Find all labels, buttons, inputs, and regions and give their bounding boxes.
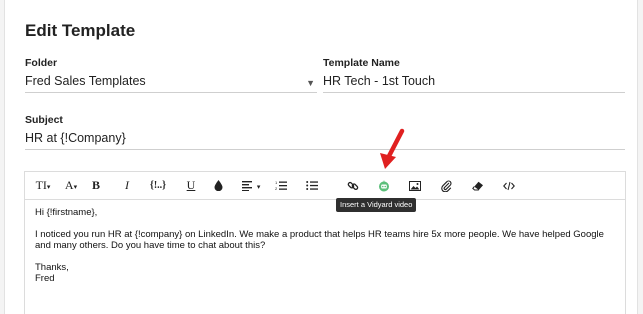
align-button[interactable]: ▾ xyxy=(241,177,261,194)
vidyard-tooltip: Insert a Vidyard video xyxy=(336,198,417,212)
attach-file-button[interactable] xyxy=(439,177,453,194)
folder-value: Fred Sales Templates xyxy=(25,74,146,88)
svg-text:2: 2 xyxy=(275,186,278,191)
text-style-button[interactable]: TI▾ xyxy=(31,177,55,194)
editor-toolbar: TI▾ A▾ B I {!..} U ▾ 12 xyxy=(25,172,625,200)
email-greeting: Hi {!firstname}, xyxy=(35,207,98,218)
font-color-button[interactable]: A▾ xyxy=(61,177,81,194)
subject-input[interactable]: HR at {!Company} xyxy=(25,128,625,150)
eraser-icon xyxy=(472,178,484,192)
email-body-editor: TI▾ A▾ B I {!..} U ▾ 12 Hi {!firstname},… xyxy=(24,171,626,314)
email-paragraph: I noticed you run HR at {!company} on Li… xyxy=(35,228,604,252)
bullet-list-icon xyxy=(306,178,318,192)
unordered-list-button[interactable] xyxy=(305,177,319,194)
merge-field-button[interactable]: {!..} xyxy=(145,177,171,194)
svg-text:1: 1 xyxy=(275,180,278,185)
paperclip-icon xyxy=(440,178,452,193)
code-icon xyxy=(503,178,515,192)
droplet-icon xyxy=(214,178,223,192)
chevron-down-icon: ▼ xyxy=(306,78,315,88)
subject-label: Subject xyxy=(25,114,63,126)
ordered-list-button[interactable]: 12 xyxy=(274,177,288,194)
ink-color-button[interactable] xyxy=(211,177,225,194)
italic-button[interactable]: I xyxy=(120,177,134,194)
email-signature: Fred xyxy=(35,273,55,284)
link-button[interactable] xyxy=(346,177,360,194)
email-body-content[interactable]: Hi {!firstname}, I noticed you run HR at… xyxy=(35,207,621,285)
template-name-value: HR Tech - 1st Touch xyxy=(323,74,436,88)
image-icon xyxy=(409,178,421,192)
numbered-list-icon: 12 xyxy=(275,178,287,192)
dialog-title: Edit Template xyxy=(25,21,136,40)
template-name-label: Template Name xyxy=(323,57,400,69)
annotation-arrow-icon xyxy=(380,128,405,169)
folder-label: Folder xyxy=(25,57,58,69)
align-left-icon xyxy=(241,178,257,192)
font-color-label: A xyxy=(64,178,74,192)
underline-button[interactable]: U xyxy=(184,177,198,194)
insert-image-button[interactable] xyxy=(408,177,422,194)
clear-formatting-button[interactable] xyxy=(471,177,485,194)
vidyard-robot-icon xyxy=(378,178,390,192)
bold-button[interactable]: B xyxy=(89,177,103,194)
link-icon xyxy=(347,178,359,192)
subject-value: HR at {!Company} xyxy=(25,131,126,145)
text-style-label: TI xyxy=(35,178,47,192)
template-name-input[interactable]: HR Tech - 1st Touch xyxy=(323,71,625,93)
source-code-button[interactable] xyxy=(502,177,516,194)
folder-select[interactable]: Fred Sales Templates ▼ xyxy=(25,71,317,93)
edit-template-dialog: Edit Template Folder Fred Sales Template… xyxy=(4,0,638,314)
insert-vidyard-video-button[interactable] xyxy=(377,177,391,194)
email-closing: Thanks, xyxy=(35,261,69,273)
